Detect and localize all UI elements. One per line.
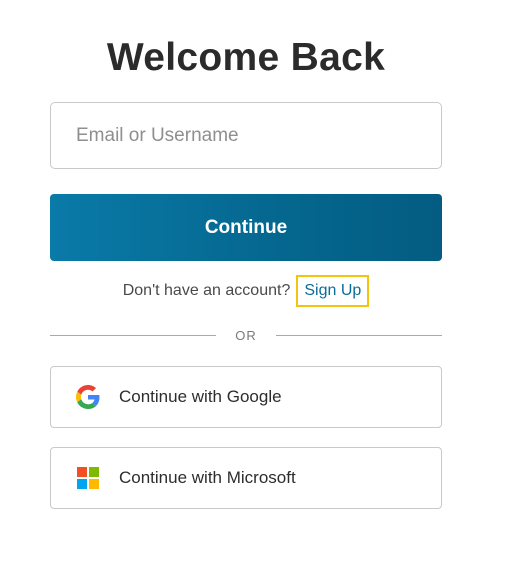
microsoft-button-label: Continue with Microsoft (119, 468, 296, 487)
divider-text: OR (235, 327, 257, 343)
continue-with-google-button[interactable]: Continue with Google (50, 366, 442, 428)
divider-line-right (276, 334, 442, 336)
microsoft-icon (75, 465, 101, 491)
email-or-username-input[interactable] (50, 102, 442, 169)
signup-row: Don't have an account? Sign Up (0, 274, 492, 308)
continue-with-microsoft-button[interactable]: Continue with Microsoft (50, 447, 442, 509)
google-button-label: Continue with Google (119, 387, 282, 406)
google-icon (75, 384, 101, 410)
or-divider: OR (50, 325, 442, 345)
continue-button[interactable]: Continue (50, 194, 442, 261)
divider-line-left (50, 334, 216, 336)
page-title: Welcome Back (106, 36, 386, 79)
signup-prompt: Don't have an account? (122, 282, 291, 299)
signup-link[interactable]: Sign Up (296, 275, 370, 307)
